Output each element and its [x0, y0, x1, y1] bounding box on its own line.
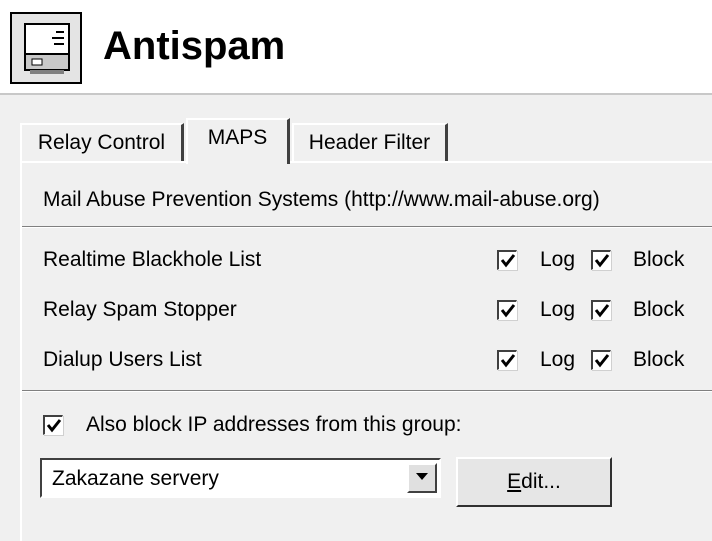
edit-mnemonic: E [507, 470, 522, 493]
dul-block-checkbox[interactable] [591, 350, 611, 370]
dul-block-label: Block [633, 348, 685, 371]
rbl-block-label: Block [633, 248, 685, 271]
tab-maps[interactable]: MAPS [186, 118, 290, 164]
group-select-value: Zakazane servery [52, 467, 219, 490]
dul-label: Dialup Users List [43, 348, 202, 371]
dul-log-checkbox[interactable] [497, 350, 517, 370]
also-block-label: Also block IP addresses from this group: [86, 413, 462, 436]
rbl-label: Realtime Blackhole List [43, 248, 262, 271]
tab-label: Header Filter [308, 131, 431, 154]
edit-label-rest: dit... [521, 470, 561, 493]
divider [22, 227, 712, 228]
maps-heading: Mail Abuse Prevention Systems (http://ww… [43, 188, 600, 211]
also-block-checkbox[interactable] [43, 415, 63, 435]
rss-block-checkbox[interactable] [591, 300, 611, 320]
tab-label: Relay Control [37, 131, 166, 154]
rss-block-label: Block [633, 298, 685, 321]
dul-log-label: Log [540, 348, 576, 371]
tab-label: MAPS [207, 126, 268, 149]
rss-label: Relay Spam Stopper [43, 298, 237, 321]
divider [22, 391, 712, 392]
page-title: Antispam [103, 24, 286, 68]
tab-relay-control[interactable]: Relay Control [20, 123, 184, 161]
rss-log-label: Log [540, 298, 576, 321]
chevron-down-icon[interactable] [407, 463, 437, 493]
rss-log-checkbox[interactable] [497, 300, 517, 320]
edit-button[interactable]: Edit... [456, 457, 612, 507]
rbl-log-checkbox[interactable] [497, 250, 517, 270]
header-bar: Antispam [0, 0, 712, 95]
rbl-block-checkbox[interactable] [591, 250, 611, 270]
group-select[interactable]: Zakazane servery [40, 458, 441, 498]
tab-header-filter[interactable]: Header Filter [292, 123, 448, 161]
server-settings-icon [10, 12, 82, 84]
rbl-log-label: Log [540, 248, 576, 271]
